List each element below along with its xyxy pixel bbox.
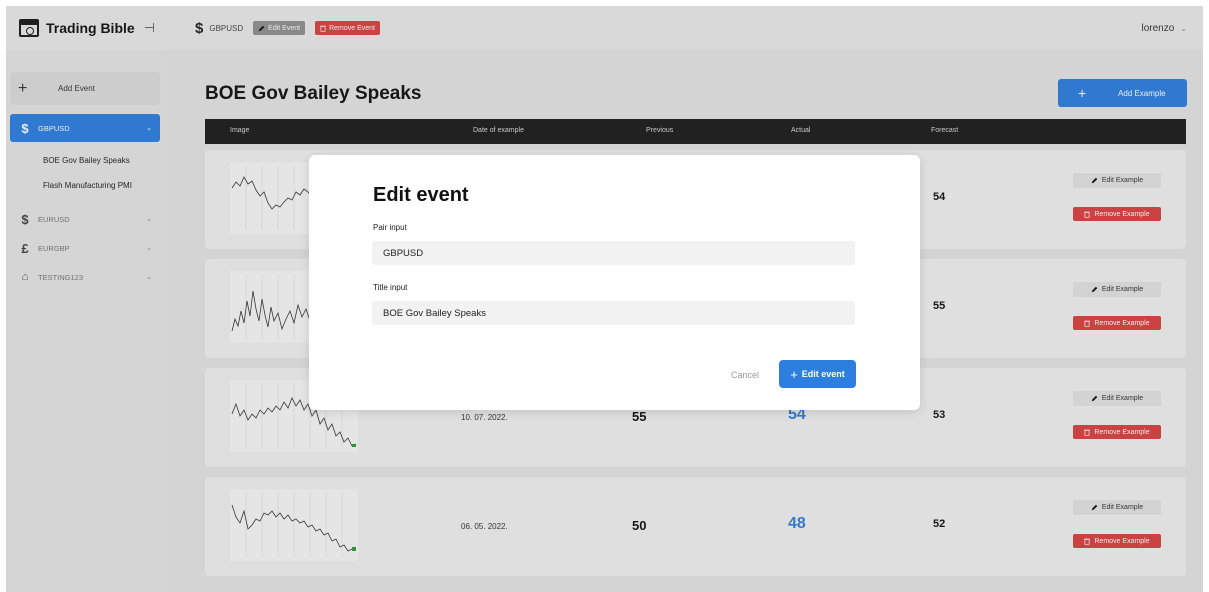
- submit-label: Edit event: [801, 369, 845, 379]
- edit-event-dialog: Edit event Pair input Title input Cancel…: [309, 155, 920, 410]
- cancel-button[interactable]: Cancel: [731, 370, 759, 380]
- title-input[interactable]: [372, 301, 855, 325]
- plus-icon: +: [790, 366, 798, 382]
- pair-input[interactable]: [372, 241, 855, 265]
- dialog-title: Edit event: [373, 184, 469, 206]
- edit-event-submit-button[interactable]: + Edit event: [779, 360, 856, 388]
- pair-input-label: Pair input: [373, 223, 407, 232]
- title-input-label: Title input: [373, 283, 408, 292]
- app-window: Trading Bible ⊣ $ GBPUSD Edit Event Remo…: [6, 6, 1203, 592]
